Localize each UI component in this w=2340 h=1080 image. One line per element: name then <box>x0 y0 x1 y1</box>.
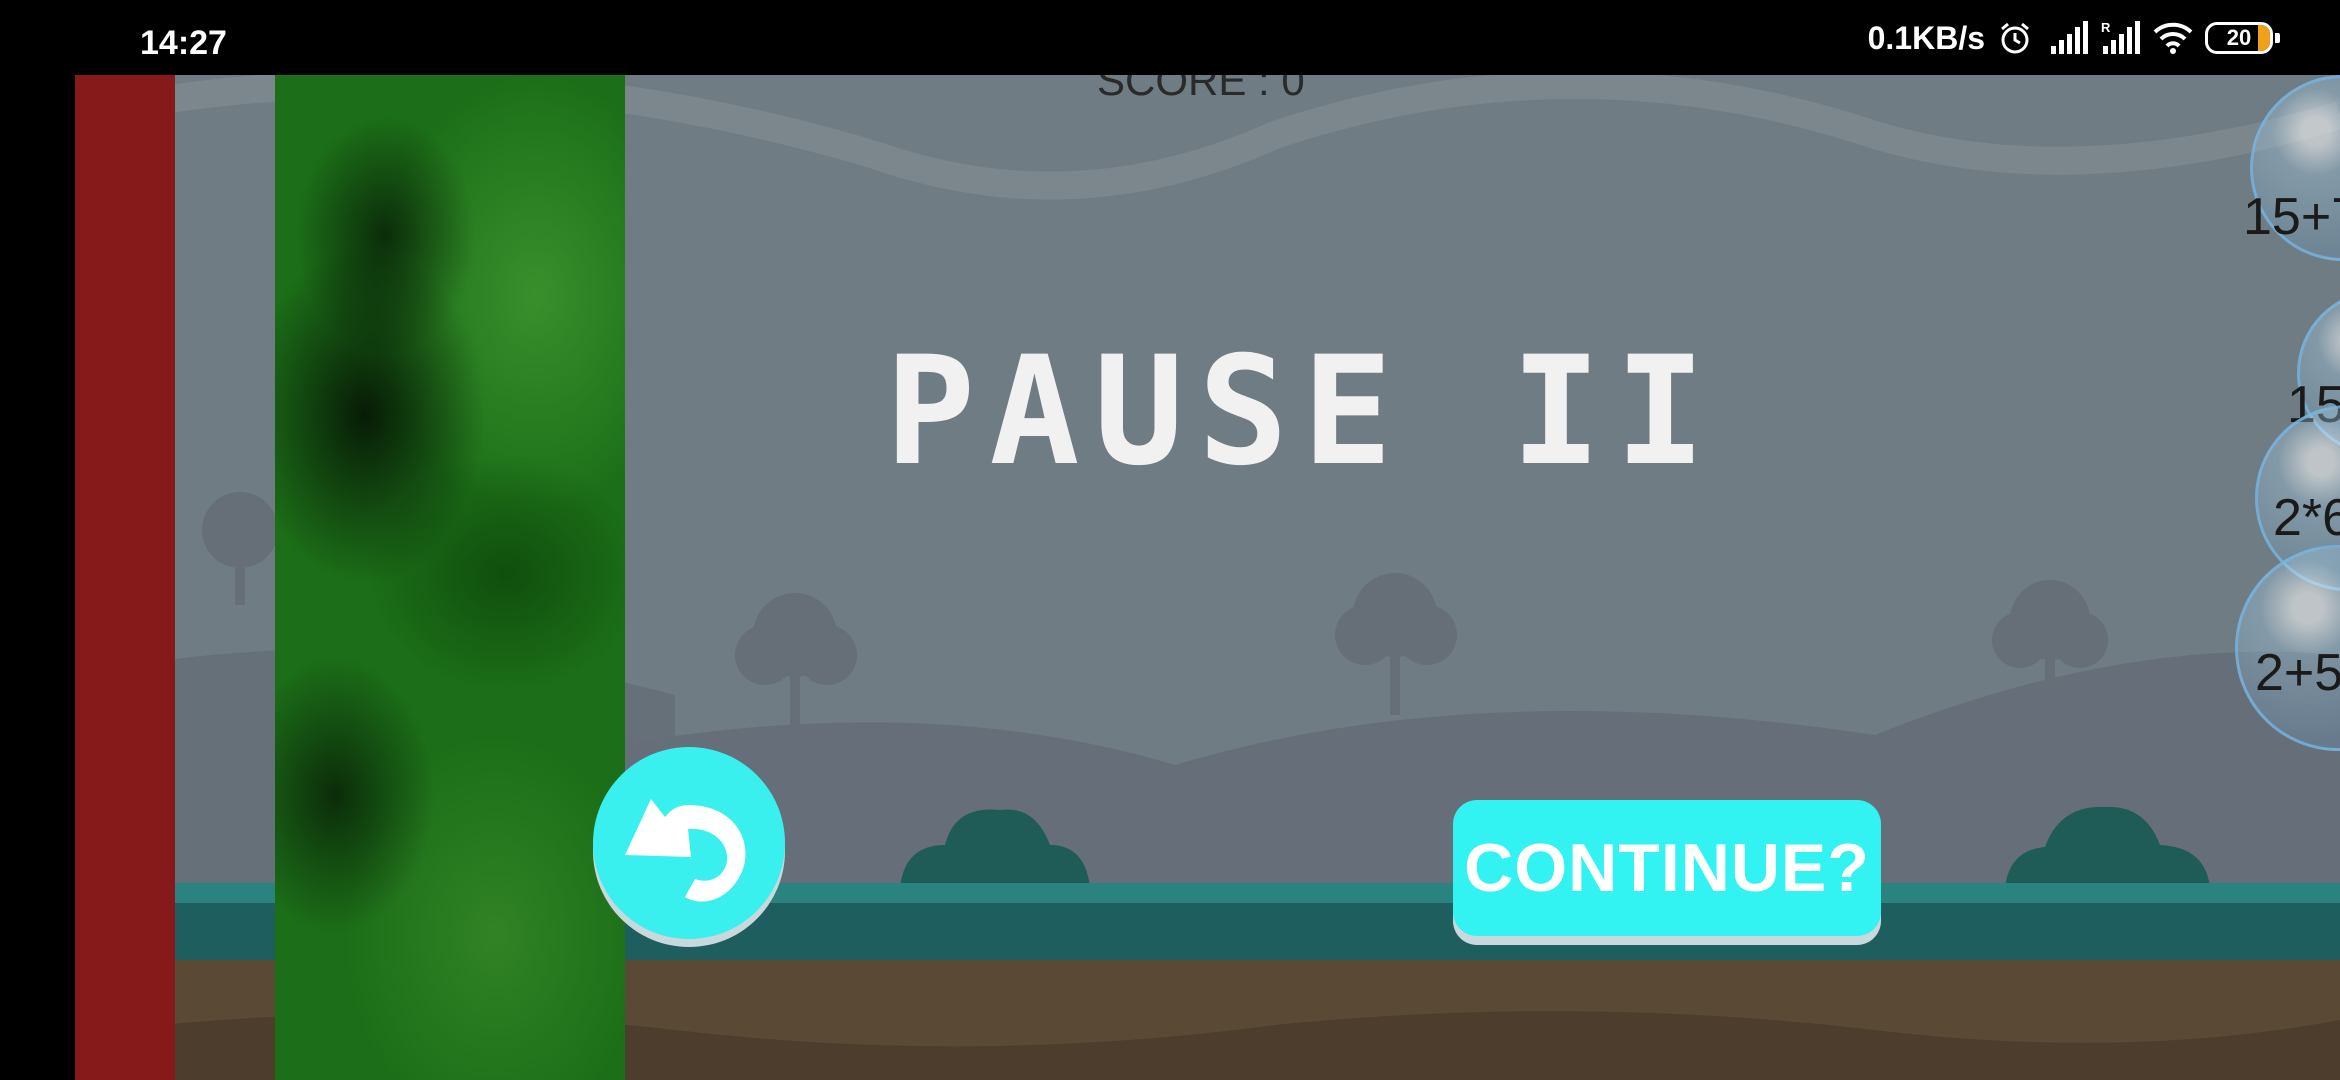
battery-tip <box>2275 33 2280 43</box>
green-pillar <box>275 75 625 1080</box>
battery-fill <box>2257 25 2270 51</box>
red-wall <box>75 75 175 1080</box>
score-label: SCORE : 0 <box>1097 75 1305 104</box>
battery-level: 20 <box>2226 25 2252 50</box>
status-bar: 14:27 0.1KB/s R 20 <box>0 0 2340 75</box>
bubble-label: 2+5 <box>2255 644 2340 702</box>
bubble-label: 2*6 <box>2273 489 2340 547</box>
game-area: SCORE : 0 PAUSE II CONTINUE? 15+7 15 2*6… <box>75 75 2340 1080</box>
clock: 14:27 <box>140 24 227 62</box>
undo-arrow-icon <box>625 799 746 902</box>
alarm-icon <box>1997 20 2037 56</box>
status-icons: 0.1KB/s R 20 <box>1868 20 2280 56</box>
wifi-icon <box>2153 20 2193 56</box>
back-button[interactable] <box>593 747 785 939</box>
signal-icon <box>2049 20 2089 56</box>
continue-button[interactable]: CONTINUE? <box>1453 800 1881 936</box>
battery-icon: 20 <box>2205 22 2280 54</box>
pause-title: PAUSE II <box>885 325 1720 499</box>
battery-body: 20 <box>2205 22 2273 54</box>
bubble-label: 15+7 <box>2243 188 2340 246</box>
network-speed: 0.1KB/s <box>1867 19 1985 56</box>
roaming-signal-icon: R <box>2101 20 2141 56</box>
svg-text:R: R <box>2101 20 2111 35</box>
